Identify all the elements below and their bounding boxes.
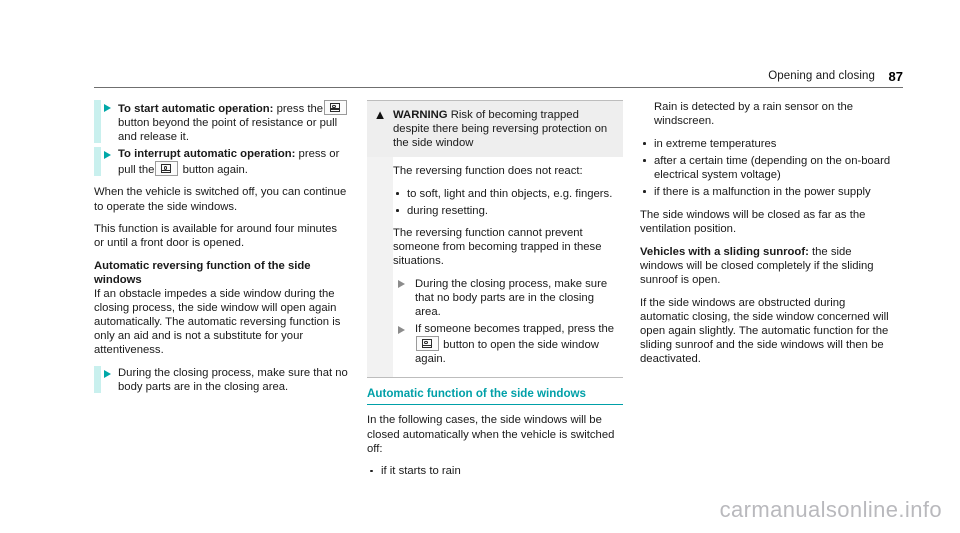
page-number: 87 (888, 69, 903, 84)
paragraph-four-minutes: This function is available for around fo… (94, 223, 338, 250)
list-item-label: if there is a malfunction in the power s… (654, 185, 871, 198)
paragraph-ventilation-position: The side windows will be closed as far a… (640, 209, 866, 236)
window-button-icon (155, 161, 179, 177)
list-item-label: during resetting. (407, 204, 489, 217)
step-label: To start automatic operation: (118, 103, 274, 115)
watermark: carmanualsonline.info (719, 497, 942, 522)
list-item: to soft, light and thin objects, e.g. fi… (393, 187, 615, 201)
step-text-after: button again. (182, 164, 248, 177)
warning-triangle-icon: ▲ (373, 107, 387, 122)
warning-step-trapped: If someone becomes trapped, press the bu… (393, 322, 615, 366)
header-divider (94, 87, 903, 88)
list-item: after a certain time (depending on the o… (640, 154, 896, 182)
step-text-after: button to open the side window again. (415, 339, 599, 366)
list-item-label: to soft, light and thin objects, e.g. fi… (407, 187, 613, 200)
triangle-bullet-icon (104, 150, 111, 159)
paragraph-sliding-sunroof: Vehicles with a sliding sunroof: the sid… (640, 245, 896, 287)
warning-title: WARNING (393, 109, 448, 121)
warning-content: The reversing function does not react: t… (393, 164, 615, 369)
list-item: if it starts to rain (367, 464, 623, 478)
paragraph-reversing-body: If an obstacle impedes a side window dur… (94, 288, 341, 357)
section-heading-automatic-function: Automatic function of the side windows (367, 387, 623, 406)
step-text-before: press the (276, 103, 324, 115)
step-label: To interrupt automatic operation: (118, 148, 296, 161)
triangle-bullet-icon (104, 369, 111, 378)
header-section-title: Opening and closing (768, 70, 875, 82)
paragraph-obstructed-closing: If the side windows are obstructed durin… (640, 296, 889, 365)
list-item-label: in extreme temperatures (654, 137, 777, 150)
dot-bullet-icon (396, 209, 399, 213)
step-closing-process: During the closing process, make sure th… (94, 366, 350, 394)
list-item: if there is a malfunction in the power s… (640, 185, 896, 199)
triangle-bullet-icon (104, 103, 111, 112)
subheading-reversing-function: Automatic reversing function of the side… (94, 259, 311, 286)
warning-gutter (367, 157, 393, 378)
step-text-after: button beyond the point of resistance or… (118, 117, 338, 144)
column-right: Rain is detected by a rain sensor on the… (640, 100, 896, 375)
step-text: During the closing process, make sure th… (118, 367, 348, 394)
step-start-automatic-operation: To start automatic operation: press the … (94, 100, 350, 144)
dot-bullet-icon (643, 142, 646, 145)
warning-box: ▲ WARNING Risk of becoming trapped despi… (367, 100, 623, 379)
window-button-icon (416, 336, 439, 352)
window-button-icon (324, 100, 348, 115)
teal-accent-bar (94, 366, 101, 394)
paragraph-rain-sensor: Rain is detected by a rain sensor on the… (654, 101, 854, 128)
step-text: To interrupt automatic operation: press … (118, 147, 350, 177)
dot-bullet-icon (370, 469, 373, 473)
warning-step-closing-process: During the closing process, make sure th… (393, 277, 615, 319)
dot-bullet-icon (643, 190, 646, 194)
warning-title-block: WARNING Risk of becoming trapped despite… (393, 108, 615, 150)
triangle-bullet-icon (398, 280, 405, 289)
dot-bullet-icon (396, 192, 399, 195)
column-middle: ▲ WARNING Risk of becoming trapped despi… (367, 100, 623, 481)
warning-note: The reversing function cannot prevent so… (393, 227, 602, 268)
paragraph-switched-off: When the vehicle is switched off, you ca… (94, 186, 347, 213)
step-text: During the closing process, make sure th… (415, 277, 608, 319)
step-text: If someone becomes trapped, press the bu… (415, 322, 615, 366)
column-left: To start automatic operation: press the … (94, 100, 350, 397)
sunroof-label: Vehicles with a sliding sunroof: (640, 245, 809, 258)
warning-intro: The reversing function does not react: (393, 165, 583, 178)
warning-box-header: ▲ WARNING Risk of becoming trapped despi… (367, 101, 623, 158)
step-text-before: If someone becomes trapped, press the (415, 323, 615, 336)
page-header: Opening and closing 87 (94, 69, 903, 88)
triangle-bullet-icon (398, 325, 405, 334)
list-item-label: if it starts to rain (381, 465, 461, 478)
list-item: during resetting. (393, 204, 615, 218)
warning-box-body: The reversing function does not react: t… (367, 157, 623, 378)
teal-accent-bar (94, 100, 101, 144)
teal-accent-bar (94, 147, 101, 177)
step-text: To start automatic operation: press the … (118, 100, 350, 144)
list-item: in extreme temperatures (640, 137, 896, 151)
list-item-label: after a certain time (depending on the o… (654, 154, 891, 181)
dot-bullet-icon (643, 159, 646, 162)
paragraph-following-cases: In the following cases, the side windows… (367, 414, 615, 455)
step-interrupt-automatic-operation: To interrupt automatic operation: press … (94, 147, 350, 177)
